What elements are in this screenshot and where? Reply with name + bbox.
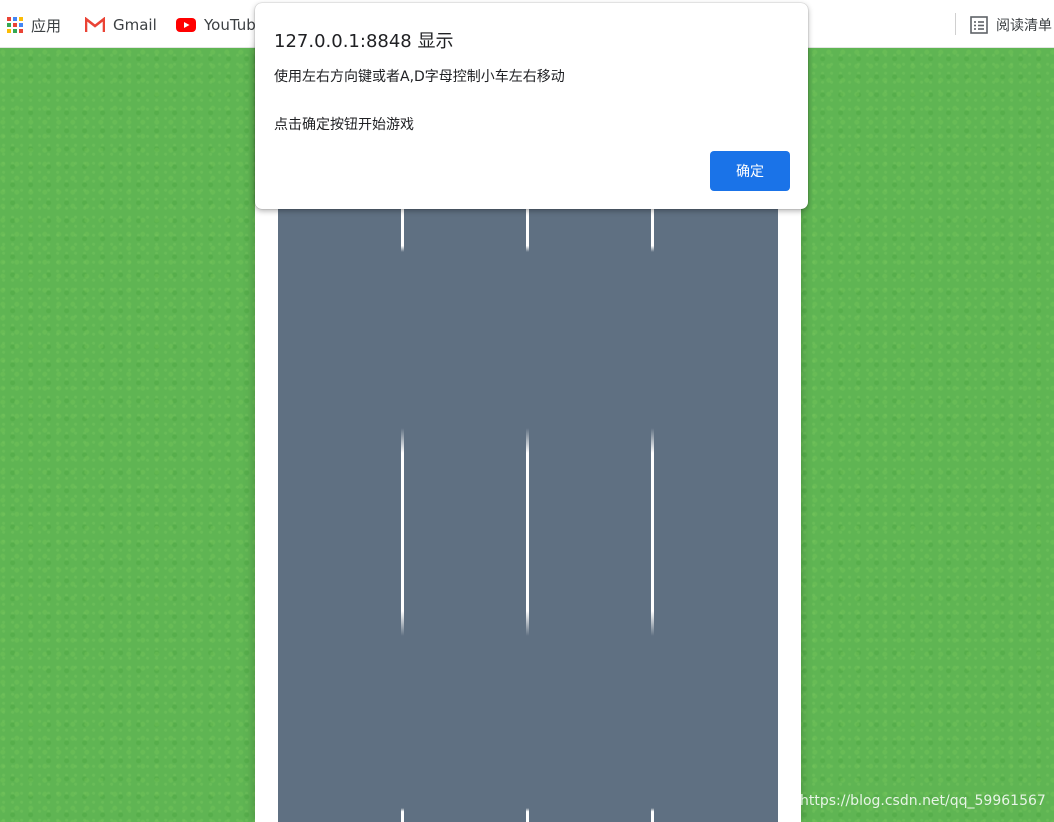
- bookmark-gmail-label: Gmail: [113, 16, 157, 34]
- bookmark-apps[interactable]: 应用: [7, 14, 61, 36]
- lane-line: [526, 428, 529, 636]
- youtube-icon: [176, 18, 196, 32]
- dialog-message-line: 点击确定按钮开始游戏: [274, 117, 414, 133]
- lane-line: [526, 808, 529, 822]
- lane-line: [651, 808, 654, 822]
- apps-grid-icon: [7, 17, 23, 33]
- bookmark-apps-label: 应用: [31, 16, 62, 35]
- bookmark-gmail[interactable]: Gmail: [85, 14, 157, 36]
- gmail-icon: [85, 17, 105, 32]
- lane-line: [401, 428, 404, 636]
- watermark: https://blog.csdn.net/qq_59961567: [800, 793, 1046, 809]
- alert-dialog: 127.0.0.1:8848 显示 使用左右方向键或者A,D字母控制小车左右移动…: [255, 3, 808, 209]
- lane-line: [651, 428, 654, 636]
- reading-list-icon: [970, 16, 988, 34]
- bookmark-reading-list[interactable]: 阅读清单: [970, 14, 1052, 36]
- ok-button[interactable]: 确定: [710, 151, 790, 191]
- bookmarks-divider: [955, 13, 956, 35]
- lane-line: [401, 808, 404, 822]
- dialog-title: 127.0.0.1:8848 显示: [274, 31, 454, 52]
- bookmark-reading-list-label: 阅读清单: [996, 18, 1052, 34]
- bookmark-youtube[interactable]: YouTube: [176, 14, 265, 36]
- dialog-message-line: 使用左右方向键或者A,D字母控制小车左右移动: [274, 69, 565, 85]
